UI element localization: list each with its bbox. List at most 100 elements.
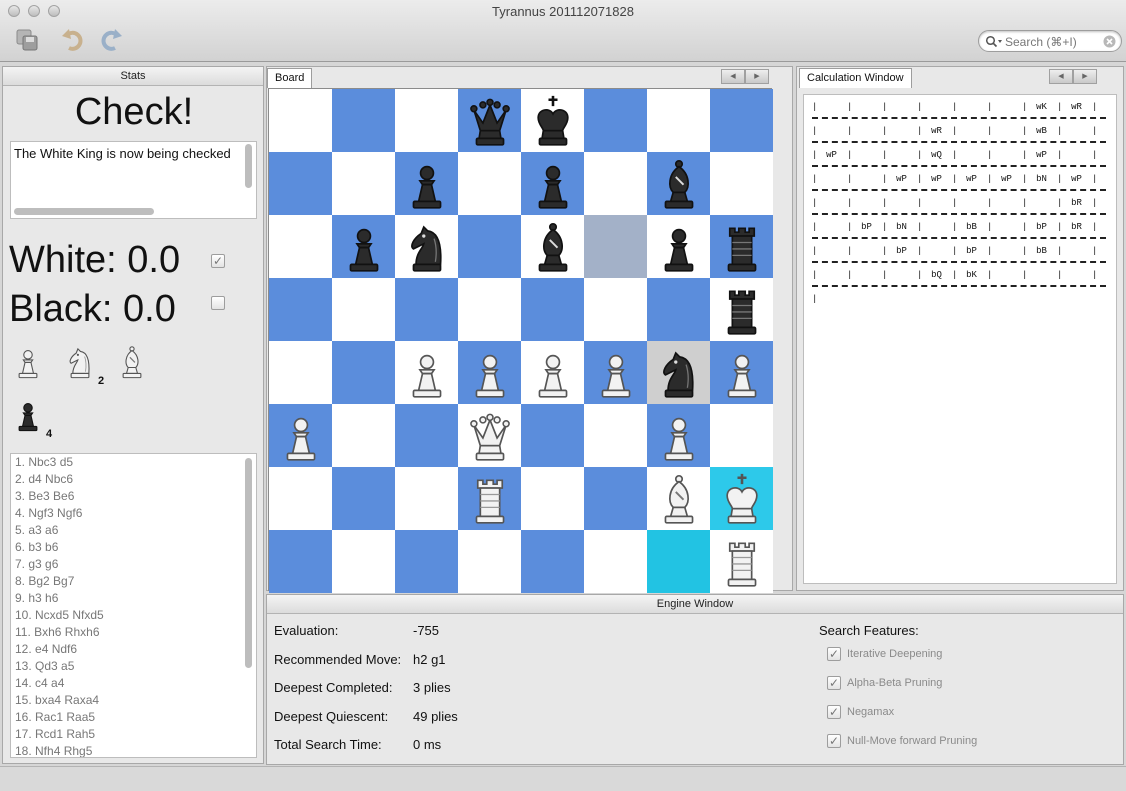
square-b4[interactable] [332, 341, 395, 404]
square-h8[interactable] [710, 89, 773, 152]
square-e2[interactable] [521, 467, 584, 530]
square-e3[interactable] [521, 404, 584, 467]
move-list-scrollbar[interactable] [245, 458, 252, 668]
search-field[interactable] [978, 30, 1122, 52]
feature-checkbox[interactable]: ✓ [827, 647, 841, 661]
black-pawn-icon[interactable] [398, 155, 456, 213]
white-rook-icon[interactable] [461, 470, 519, 528]
square-g2[interactable] [647, 467, 710, 530]
square-h5[interactable] [710, 278, 773, 341]
move-list-item[interactable]: 3. Be3 Be6 [11, 488, 256, 505]
square-d6[interactable] [458, 215, 521, 278]
square-a6[interactable] [269, 215, 332, 278]
square-d1[interactable] [458, 530, 521, 593]
square-g7[interactable] [647, 152, 710, 215]
calc-tab-next-button[interactable]: ▶ [1073, 69, 1097, 84]
square-g4[interactable] [647, 341, 710, 404]
square-a3[interactable] [269, 404, 332, 467]
board-tab-prev-button[interactable]: ◀ [721, 69, 745, 84]
square-f5[interactable] [584, 278, 647, 341]
square-d2[interactable] [458, 467, 521, 530]
square-c4[interactable] [395, 341, 458, 404]
black-pawn-icon[interactable] [335, 218, 393, 276]
square-f7[interactable] [584, 152, 647, 215]
save-button[interactable] [14, 27, 40, 53]
board-tab-next-button[interactable]: ▶ [745, 69, 769, 84]
white-bishop-icon[interactable] [650, 470, 708, 528]
feature-checkbox[interactable]: ✓ [827, 676, 841, 690]
square-h1[interactable] [710, 530, 773, 593]
black-rook-icon[interactable] [713, 281, 771, 339]
white-pawn-icon[interactable] [461, 344, 519, 402]
move-list-item[interactable]: 18. Nfh4 Rhg5 [11, 743, 256, 757]
tab-board[interactable]: Board [267, 68, 313, 88]
square-d8[interactable] [458, 89, 521, 152]
square-h4[interactable] [710, 341, 773, 404]
white-king-icon[interactable] [713, 470, 771, 528]
white-pawn-icon[interactable] [398, 344, 456, 402]
calc-tab-prev-button[interactable]: ◀ [1049, 69, 1073, 84]
square-a5[interactable] [269, 278, 332, 341]
black-king-icon[interactable] [524, 92, 582, 150]
square-f4[interactable] [584, 341, 647, 404]
square-d5[interactable] [458, 278, 521, 341]
square-e4[interactable] [521, 341, 584, 404]
move-list-item[interactable]: 11. Bxh6 Rhxh6 [11, 624, 256, 641]
white-pawn-icon[interactable] [272, 407, 330, 465]
square-b8[interactable] [332, 89, 395, 152]
move-list-item[interactable]: 14. c4 a4 [11, 675, 256, 692]
white-queen-icon[interactable] [461, 407, 519, 465]
square-b7[interactable] [332, 152, 395, 215]
white-rook-icon[interactable] [713, 533, 771, 591]
square-b5[interactable] [332, 278, 395, 341]
square-c5[interactable] [395, 278, 458, 341]
white-pawn-icon[interactable] [713, 344, 771, 402]
black-pawn-icon[interactable] [650, 218, 708, 276]
square-e6[interactable] [521, 215, 584, 278]
move-list-item[interactable]: 2. d4 Nbc6 [11, 471, 256, 488]
square-g3[interactable] [647, 404, 710, 467]
square-f1[interactable] [584, 530, 647, 593]
black-checkbox[interactable] [211, 296, 225, 310]
square-b3[interactable] [332, 404, 395, 467]
white-pawn-icon[interactable] [587, 344, 645, 402]
square-f6[interactable] [584, 215, 647, 278]
square-c3[interactable] [395, 404, 458, 467]
square-e1[interactable] [521, 530, 584, 593]
black-bishop-icon[interactable] [650, 155, 708, 213]
white-checkbox[interactable]: ✓ [211, 254, 225, 268]
chess-board[interactable] [268, 88, 773, 593]
move-list-item[interactable]: 13. Qd3 a5 [11, 658, 256, 675]
square-f2[interactable] [584, 467, 647, 530]
status-horizontal-scrollbar[interactable] [14, 208, 154, 215]
move-list-item[interactable]: 5. a3 a6 [11, 522, 256, 539]
move-list-item[interactable]: 1. Nbc3 d5 [11, 454, 256, 471]
square-e5[interactable] [521, 278, 584, 341]
redo-button[interactable] [98, 27, 124, 53]
square-c2[interactable] [395, 467, 458, 530]
move-list-item[interactable]: 7. g3 g6 [11, 556, 256, 573]
square-d7[interactable] [458, 152, 521, 215]
search-input[interactable] [1005, 34, 1099, 49]
black-queen-icon[interactable] [461, 92, 519, 150]
white-pawn-icon[interactable] [650, 407, 708, 465]
square-d4[interactable] [458, 341, 521, 404]
clear-search-icon[interactable] [1103, 35, 1116, 48]
move-list-item[interactable]: 17. Rcd1 Rah5 [11, 726, 256, 743]
move-list-item[interactable]: 10. Ncxd5 Nfxd5 [11, 607, 256, 624]
square-f3[interactable] [584, 404, 647, 467]
white-pawn-icon[interactable] [524, 344, 582, 402]
square-c7[interactable] [395, 152, 458, 215]
square-h6[interactable] [710, 215, 773, 278]
black-bishop-icon[interactable] [524, 218, 582, 276]
square-e7[interactable] [521, 152, 584, 215]
square-g6[interactable] [647, 215, 710, 278]
move-list-item[interactable]: 8. Bg2 Bg7 [11, 573, 256, 590]
square-d3[interactable] [458, 404, 521, 467]
move-list-item[interactable]: 16. Rac1 Raa5 [11, 709, 256, 726]
square-b1[interactable] [332, 530, 395, 593]
square-a4[interactable] [269, 341, 332, 404]
square-c1[interactable] [395, 530, 458, 593]
square-a7[interactable] [269, 152, 332, 215]
move-list-item[interactable]: 15. bxa4 Raxa4 [11, 692, 256, 709]
